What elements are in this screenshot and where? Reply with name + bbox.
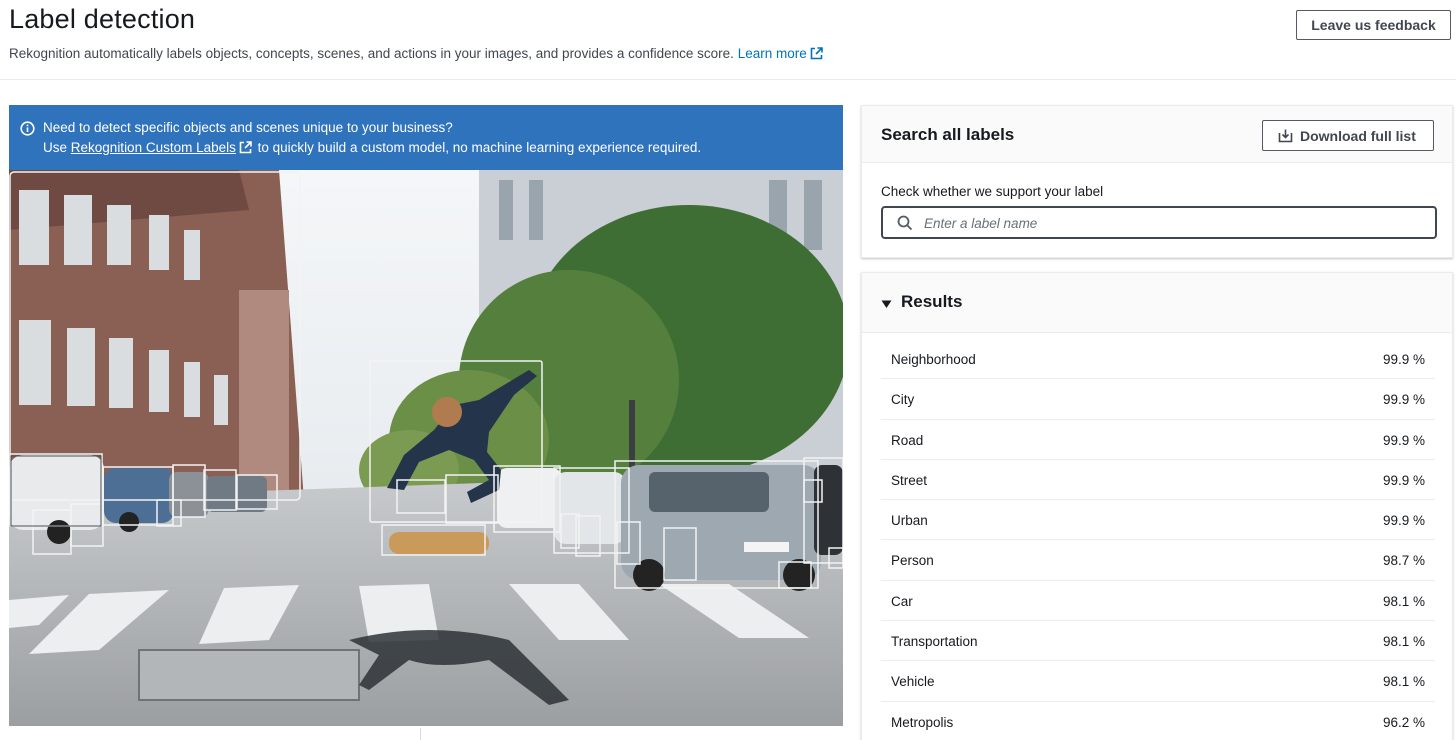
result-row: Car 98.1 % — [881, 581, 1435, 622]
banner-line-1: Need to detect specific objects and scen… — [43, 120, 453, 135]
page-description: Rekognition automatically labels objects… — [9, 46, 823, 63]
search-input[interactable] — [924, 213, 1424, 233]
label-confidence: 99.9 % — [1382, 392, 1425, 408]
label-name: Car — [891, 593, 913, 609]
banner-suffix: to quickly build a custom model, no mach… — [257, 140, 702, 155]
results-title: Results — [901, 292, 963, 311]
analyzed-image — [9, 170, 843, 726]
learn-more-link[interactable]: Learn more — [738, 46, 823, 61]
external-link-icon — [810, 47, 823, 63]
results-header-toggle[interactable]: Results — [862, 273, 1452, 333]
image-preview-panel: Need to detect specific objects and scen… — [9, 105, 843, 726]
label-confidence: 99.9 % — [1382, 352, 1425, 367]
label-name: Metropolis — [891, 714, 954, 730]
learn-more-label: Learn more — [737, 46, 807, 61]
label-name: Person — [891, 553, 934, 569]
label-name: Neighborhood — [891, 352, 976, 367]
banner-prefix: Use — [43, 140, 68, 155]
search-card-title: Search all labels — [881, 125, 1015, 144]
result-row: Neighborhood 99.9 % — [881, 339, 1435, 380]
page-header: Label detection Rekognition automaticall… — [0, 0, 1456, 80]
label-name: Street — [891, 472, 928, 488]
search-icon — [897, 215, 913, 236]
label-confidence: 98.1 % — [1382, 674, 1425, 690]
result-row: Transportation 98.1 % — [881, 621, 1435, 662]
result-row: Vehicle 98.1 % — [881, 661, 1435, 702]
label-confidence: 98.7 % — [1382, 553, 1425, 569]
download-full-list-button[interactable]: Download full list — [1262, 120, 1434, 151]
info-icon — [20, 121, 35, 139]
page-title: Label detection — [9, 4, 196, 34]
results-list: Neighborhood 99.9 % City 99.9 % Road 99.9 %… — [881, 339, 1435, 740]
caret-down-icon — [881, 297, 892, 315]
label-confidence: 96.2 % — [1382, 714, 1425, 730]
result-row: Metropolis 96.2 % — [881, 702, 1435, 740]
label-confidence: 99.9 % — [1382, 432, 1425, 448]
search-field[interactable] — [881, 206, 1437, 239]
result-row: City 99.9 % — [881, 379, 1435, 420]
label-confidence: 98.1 % — [1382, 593, 1425, 609]
info-banner: Need to detect specific objects and scen… — [9, 105, 843, 170]
label-name: Road — [891, 432, 924, 448]
label-confidence: 98.1 % — [1382, 634, 1425, 650]
search-labels-card: Search all labels Download full list Che… — [861, 105, 1453, 258]
label-name: Vehicle — [891, 674, 935, 690]
results-card: Results Neighborhood 99.9 % City 99.9 % Ro… — [861, 272, 1453, 740]
description-text: Rekognition automatically labels objects… — [9, 46, 734, 61]
label-name: Transportation — [891, 634, 978, 650]
download-label: Download full list — [1300, 127, 1416, 144]
label-confidence: 99.9 % — [1382, 513, 1425, 529]
banner-line-2: Use Rekognition Custom Labels to quickly… — [43, 140, 701, 157]
result-row: Street 99.9 % — [881, 460, 1435, 501]
label-name: City — [891, 392, 915, 408]
external-link-icon — [239, 141, 252, 157]
search-card-header: Search all labels Download full list — [862, 106, 1452, 163]
label-confidence: 99.9 % — [1382, 472, 1425, 488]
custom-labels-link[interactable]: Rekognition Custom Labels — [71, 140, 236, 155]
result-row: Urban 99.9 % — [881, 500, 1435, 541]
label-name: Urban — [891, 513, 928, 529]
download-icon — [1278, 128, 1293, 146]
result-row: Road 99.9 % — [881, 420, 1435, 460]
panel-divider — [420, 728, 421, 740]
result-row: Person 98.7 % — [881, 540, 1435, 581]
leave-feedback-button[interactable]: Leave us feedback — [1296, 10, 1451, 40]
search-field-label: Check whether we support your label — [881, 184, 1104, 199]
